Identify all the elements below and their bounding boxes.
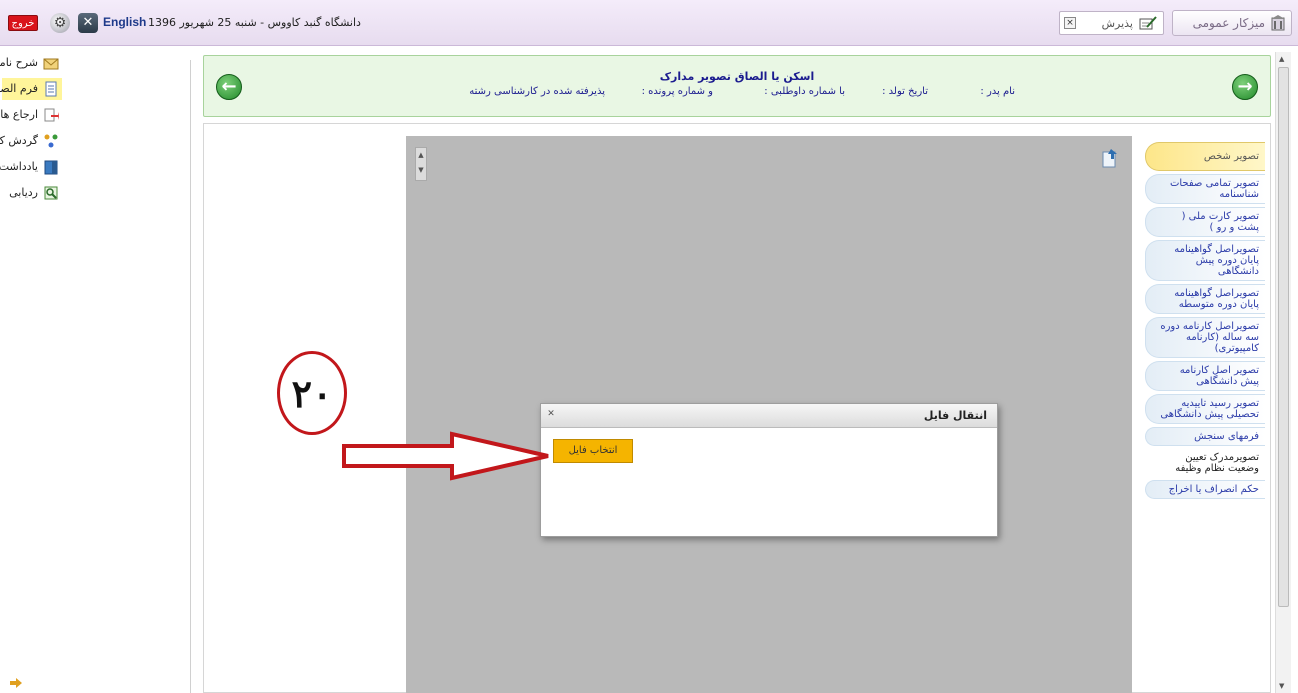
annotation-arrow-icon bbox=[342, 431, 549, 481]
menu-label: یادداشت bbox=[0, 160, 38, 173]
dialog-header: ✕ انتقال فایل bbox=[541, 404, 997, 428]
menu-item-attachment-form[interactable]: فرم الصاقی bbox=[0, 78, 62, 100]
accepted-major-label: پذیرفته شده در کارشناسی رشته bbox=[469, 86, 605, 97]
menu-item-workflow[interactable]: گردش کار bbox=[0, 130, 62, 152]
scroll-down-icon[interactable]: ▼ bbox=[1279, 682, 1284, 690]
birth-date-label: تاریخ تولد : bbox=[882, 86, 928, 97]
envelope-icon bbox=[43, 58, 59, 70]
left-menu: شرح نامه فرم الصاقی ارجاع ها گردش کار یا… bbox=[0, 52, 62, 208]
dialog-close-icon[interactable]: ✕ bbox=[545, 408, 557, 420]
menu-item-notes[interactable]: یادداشت bbox=[0, 156, 62, 178]
upload-file-icon[interactable] bbox=[1101, 148, 1119, 168]
tab-education-verification[interactable]: تصویر رسید تاییدیه تحصیلی پیش دانشگاهی bbox=[1145, 394, 1265, 424]
tab-national-card[interactable]: تصویر کارت ملی ( پشت و رو ) bbox=[1145, 207, 1265, 237]
scroll-up-icon[interactable]: ▲ bbox=[1279, 55, 1284, 63]
file-number-label: و شماره پرونده : bbox=[641, 86, 713, 97]
applicant-header: ← → اسکن یا الصاق تصویر مدارک نام پدر : … bbox=[203, 55, 1271, 117]
menu-label: ارجاع ها bbox=[0, 108, 38, 121]
tab-sanjesh-forms[interactable]: فرمهای سنجش bbox=[1145, 427, 1265, 446]
settings-gear-icon[interactable]: ⚙ bbox=[50, 13, 70, 33]
admission-field[interactable]: × پذیرش bbox=[1059, 11, 1164, 35]
choose-file-button[interactable]: انتخاب فایل bbox=[553, 439, 633, 463]
preview-scroll[interactable]: ▲ ▼ bbox=[415, 147, 427, 181]
left-divider bbox=[190, 60, 191, 693]
menu-label: ردیابی bbox=[9, 186, 38, 199]
tab-military-status[interactable]: تصویرمدرک تعیین وضعیت نظام وظیفه bbox=[1145, 449, 1265, 477]
father-name-label: نام پدر : bbox=[980, 86, 1015, 97]
language-switch-link[interactable]: English bbox=[103, 15, 146, 29]
page-title: اسکن یا الصاق تصویر مدارک bbox=[659, 70, 815, 83]
general-desk-button[interactable]: میزکار عمومی bbox=[1172, 10, 1292, 36]
tab-preuniversity-certificate[interactable]: تصویراصل گواهینامه پایان دوره پیش دانشگا… bbox=[1145, 240, 1265, 281]
admission-label: پذیرش bbox=[1101, 17, 1133, 30]
top-bar: خروج ⚙ ✕ English دانشگاه گنبد کاووس - شن… bbox=[0, 0, 1298, 46]
general-desk-label: میزکار عمومی bbox=[1192, 16, 1265, 30]
tab-birth-certificate[interactable]: تصویر تمامی صفحات شناسنامه bbox=[1145, 174, 1265, 204]
document-icon bbox=[45, 81, 57, 97]
close-icon[interactable]: ✕ bbox=[78, 13, 98, 33]
university-date-text: دانشگاه گنبد کاووس - شنبه 25 شهریور 1396 bbox=[148, 16, 361, 29]
document-tabs: تصویر شخص تصویر تمامی صفحات شناسنامه تصو… bbox=[1145, 142, 1265, 502]
menu-item-letter-description[interactable]: شرح نامه bbox=[0, 52, 62, 74]
menu-item-referrals[interactable]: ارجاع ها bbox=[0, 104, 62, 126]
building-icon bbox=[1271, 15, 1285, 31]
tab-highschool-certificate[interactable]: تصویراصل گواهینامه پایان دوره متوسطه bbox=[1145, 284, 1265, 314]
step-number-annotation: ۲۰ bbox=[277, 351, 347, 435]
menu-label: گردش کار bbox=[0, 134, 38, 147]
menu-label: شرح نامه bbox=[0, 56, 38, 69]
menu-item-tracking[interactable]: ردیابی bbox=[2, 182, 62, 204]
tracking-icon bbox=[44, 186, 58, 200]
tab-three-year-transcript[interactable]: تصویراصل کارنامه دوره سه ساله (کارنامه ک… bbox=[1145, 317, 1265, 358]
exit-button[interactable]: خروج bbox=[8, 15, 38, 31]
expand-arrow-icon[interactable] bbox=[10, 678, 22, 688]
menu-label: فرم الصاقی bbox=[0, 82, 38, 95]
referral-arrow-icon bbox=[44, 108, 59, 122]
workflow-icon bbox=[44, 134, 58, 148]
page-scrollbar[interactable]: ▲ ▼ bbox=[1275, 52, 1291, 693]
tab-personal-photo[interactable]: تصویر شخص bbox=[1145, 142, 1265, 171]
pen-edit-icon bbox=[1139, 16, 1157, 30]
clear-field-icon[interactable]: × bbox=[1064, 17, 1076, 29]
notebook-icon bbox=[44, 160, 58, 175]
scroll-thumb[interactable] bbox=[1278, 67, 1289, 607]
tab-withdrawal-order[interactable]: حکم انصراف یا اخراج bbox=[1145, 480, 1265, 499]
dialog-title: انتقال فایل bbox=[923, 409, 987, 422]
applicant-number-label: با شماره داوطلبی : bbox=[764, 86, 845, 97]
file-transfer-dialog: ✕ انتقال فایل انتخاب فایل bbox=[540, 403, 998, 537]
tab-preuniversity-transcript[interactable]: تصویر اصل کارنامه پیش دانشگاهی bbox=[1145, 361, 1265, 391]
